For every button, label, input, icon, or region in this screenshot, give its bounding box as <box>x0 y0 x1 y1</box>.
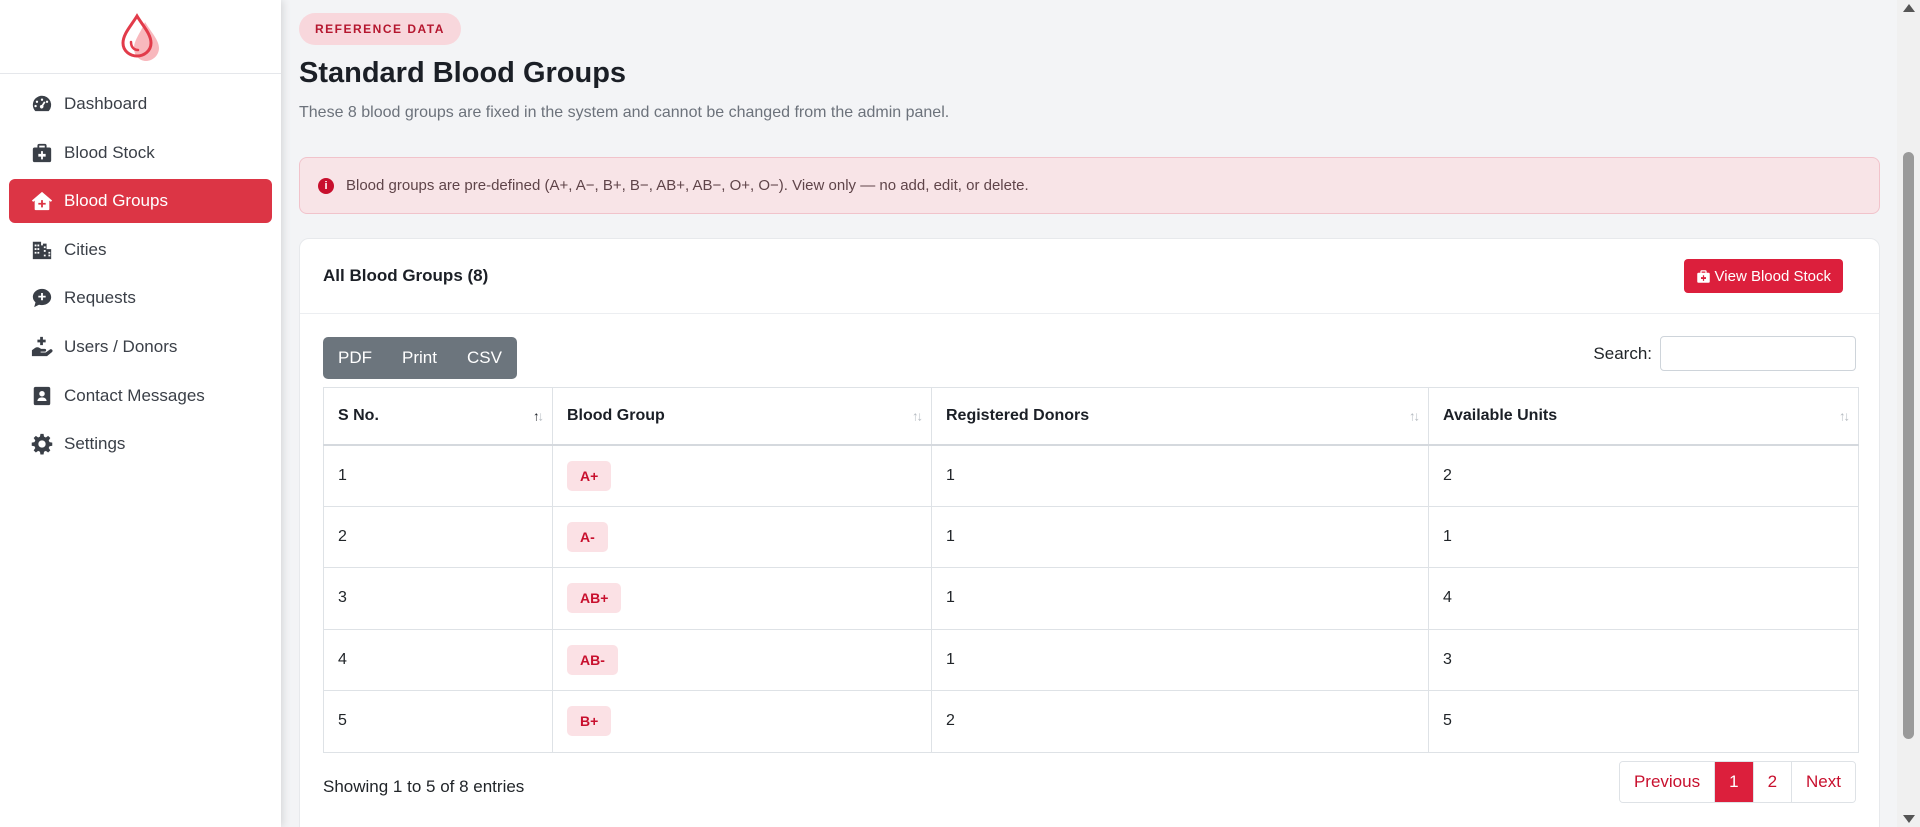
sidebar-item-blood-groups[interactable]: Blood Groups <box>9 179 272 224</box>
sidebar-item-requests[interactable]: Requests <box>9 276 272 320</box>
blood-groups-table: S No. ↑↓ Blood Group ↑↓ Registered Donor… <box>323 387 1859 753</box>
blood-groups-card: All Blood Groups (8) View Blood Stock PD… <box>299 238 1880 827</box>
cell-donors: 1 <box>931 567 1429 630</box>
print-button[interactable]: Print <box>387 337 452 379</box>
cell-donors: 2 <box>931 690 1429 753</box>
sort-asc-icon: ↑↓ <box>533 408 544 424</box>
sidebar-item-contact-messages[interactable]: Contact Messages <box>9 374 272 418</box>
sidebar-item-label: Requests <box>64 288 136 308</box>
sidebar-item-label: Cities <box>64 239 107 259</box>
cell-sno: 4 <box>323 628 553 691</box>
csv-button[interactable]: CSV <box>452 337 517 379</box>
hand-holding-medical-icon <box>30 336 54 358</box>
cell-blood-group: A+ <box>552 444 932 507</box>
sort-icon: ↑↓ <box>912 408 923 424</box>
blood-group-badge: A- <box>567 521 608 552</box>
column-header-sno[interactable]: S No. ↑↓ <box>323 387 553 446</box>
gauge-icon <box>30 93 54 115</box>
reference-data-badge: REFERENCE DATA <box>299 13 461 45</box>
sort-icon: ↑↓ <box>1839 408 1850 424</box>
sidebar-item-cities[interactable]: Cities <box>9 228 272 272</box>
page-button-1[interactable]: 1 <box>1714 762 1753 802</box>
table-info: Showing 1 to 5 of 8 entries <box>323 777 525 796</box>
cell-units: 4 <box>1428 567 1859 630</box>
blood-drop-icon <box>120 12 159 61</box>
medkit-icon <box>1696 269 1710 283</box>
pdf-button[interactable]: PDF <box>323 337 387 379</box>
cell-donors: 1 <box>931 444 1429 507</box>
blood-group-badge: A+ <box>567 460 612 491</box>
cell-sno: 3 <box>323 567 553 630</box>
sidebar-item-label: Blood Groups <box>64 191 168 211</box>
table-row: 2 A- 1 1 <box>323 505 1859 568</box>
cell-blood-group: AB- <box>552 628 932 691</box>
previous-page-button[interactable]: Previous <box>1619 762 1715 802</box>
gear-icon <box>30 433 54 455</box>
column-header-available-units[interactable]: Available Units ↑↓ <box>1428 387 1859 446</box>
scroll-up-arrow-icon[interactable] <box>1903 4 1915 12</box>
blood-group-badge: AB- <box>567 644 618 675</box>
sidebar-item-users-donors[interactable]: Users / Donors <box>9 325 272 369</box>
page-button-2[interactable]: 2 <box>1752 762 1792 802</box>
cell-donors: 1 <box>931 505 1429 568</box>
cell-sno: 1 <box>323 444 553 507</box>
card-title: All Blood Groups (8) <box>323 266 489 285</box>
cell-units: 1 <box>1428 505 1859 568</box>
info-alert: i Blood groups are pre-defined (A+, A−, … <box>299 157 1880 214</box>
search-input[interactable] <box>1660 336 1856 371</box>
blood-group-badge: AB+ <box>567 583 622 614</box>
page-title: Standard Blood Groups <box>299 57 627 89</box>
sidebar-item-settings[interactable]: Settings <box>9 422 272 466</box>
sort-icon: ↑↓ <box>1409 408 1420 424</box>
table-header-row: S No. ↑↓ Blood Group ↑↓ Registered Donor… <box>323 387 1859 446</box>
card-header: All Blood Groups (8) View Blood Stock <box>300 239 1879 314</box>
alert-text: Blood groups are pre-defined (A+, A−, B+… <box>346 177 1029 194</box>
sidebar-nav: Dashboard Blood Stock Blood Groups Citie… <box>0 74 281 466</box>
sidebar-item-label: Settings <box>64 434 126 454</box>
info-circle-icon: i <box>318 177 334 194</box>
page-subtitle: These 8 blood groups are fixed in the sy… <box>299 104 950 121</box>
sidebar-item-blood-stock[interactable]: Blood Stock <box>9 131 272 175</box>
column-header-blood-group[interactable]: Blood Group ↑↓ <box>552 387 932 446</box>
cell-blood-group: AB+ <box>552 567 932 630</box>
blood-group-badge: B+ <box>567 706 612 737</box>
scroll-down-arrow-icon[interactable] <box>1903 815 1915 823</box>
table-row: 4 AB- 1 3 <box>323 628 1859 691</box>
vertical-scrollbar[interactable] <box>1897 0 1920 827</box>
view-blood-stock-button[interactable]: View Blood Stock <box>1683 259 1843 293</box>
cell-blood-group: A- <box>552 505 932 568</box>
export-toolbar: PDF Print CSV <box>323 337 517 379</box>
pagination: Previous 1 2 Next <box>1618 761 1856 803</box>
cell-units: 5 <box>1428 690 1859 753</box>
table-row: 1 A+ 1 2 <box>323 444 1859 507</box>
medkit-icon <box>30 142 54 164</box>
house-medical-icon <box>30 190 54 212</box>
sidebar-item-label: Blood Stock <box>64 142 155 162</box>
comment-medical-icon <box>30 287 54 309</box>
cell-sno: 2 <box>323 505 553 568</box>
cell-sno: 5 <box>323 690 553 753</box>
sidebar-item-label: Users / Donors <box>64 336 178 356</box>
sidebar-item-label: Dashboard <box>64 94 148 113</box>
view-blood-stock-label: View Blood Stock <box>1714 267 1831 285</box>
table-row: 3 AB+ 1 4 <box>323 567 1859 630</box>
sidebar: Dashboard Blood Stock Blood Groups Citie… <box>0 0 281 827</box>
logo[interactable] <box>0 0 281 74</box>
search-label: Search: <box>1593 343 1652 363</box>
column-header-registered-donors[interactable]: Registered Donors ↑↓ <box>931 387 1429 446</box>
search-box: Search: <box>1593 336 1856 371</box>
cell-donors: 1 <box>931 628 1429 691</box>
sidebar-item-dashboard[interactable]: Dashboard <box>9 82 272 126</box>
cell-units: 2 <box>1428 444 1859 507</box>
cell-units: 3 <box>1428 628 1859 691</box>
scroll-thumb[interactable] <box>1903 152 1914 739</box>
next-page-button[interactable]: Next <box>1791 762 1855 802</box>
city-icon <box>30 239 54 261</box>
sidebar-item-label: Contact Messages <box>64 385 205 405</box>
cell-blood-group: B+ <box>552 690 932 753</box>
address-card-icon <box>30 385 54 407</box>
main-content: REFERENCE DATA Standard Blood Groups The… <box>281 0 1897 827</box>
table-row: 5 B+ 2 5 <box>323 690 1859 753</box>
